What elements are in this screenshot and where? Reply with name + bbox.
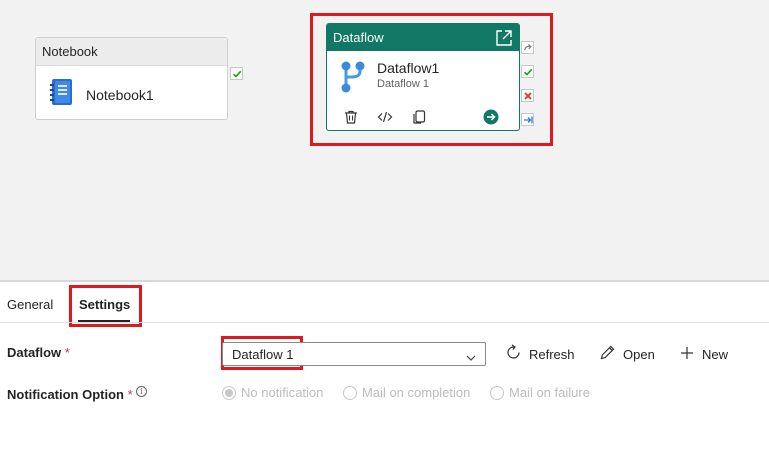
- dataflow-select[interactable]: Dataflow 1: [222, 342, 486, 366]
- radio-label: No notification: [241, 385, 324, 400]
- radio-mail-on-failure[interactable]: Mail on failure: [490, 385, 590, 400]
- radio-button[interactable]: [343, 385, 357, 400]
- notebook-activity-header: Notebook: [36, 38, 227, 66]
- radio-selected-dot: [225, 388, 233, 397]
- radio-button[interactable]: [490, 385, 504, 400]
- notebook-activity-name: Notebook1: [86, 86, 154, 103]
- required-mark: *: [64, 345, 70, 360]
- notification-label-text: Notification Option: [7, 387, 124, 402]
- plus-icon: [679, 345, 702, 364]
- refresh-label: Refresh: [529, 346, 575, 362]
- radio-no-notification[interactable]: No notification: [222, 385, 323, 400]
- pencil-icon: [599, 344, 623, 364]
- dataflow-field-label: Dataflow *: [7, 345, 70, 360]
- tabs-divider: [0, 322, 769, 323]
- chevron-down-icon: [466, 350, 476, 361]
- open-label: Open: [623, 346, 655, 362]
- radio-label: Mail on completion: [362, 385, 471, 400]
- refresh-icon: [505, 344, 529, 364]
- success-check-icon[interactable]: [230, 67, 243, 80]
- radio-button[interactable]: [222, 385, 236, 400]
- refresh-button[interactable]: Refresh: [505, 343, 575, 365]
- radio-label: Mail on failure: [509, 385, 590, 400]
- highlight-dataflow-activity: [310, 13, 553, 146]
- open-button[interactable]: Open: [599, 343, 655, 365]
- tab-settings[interactable]: Settings: [79, 297, 130, 312]
- dataflow-label-text: Dataflow: [7, 345, 62, 360]
- notebook-activity-card[interactable]: Notebook Notebook1: [35, 37, 228, 120]
- notebook-icon: [50, 78, 74, 111]
- tab-general[interactable]: General: [7, 297, 53, 312]
- info-icon[interactable]: i: [136, 386, 147, 397]
- required-mark: *: [127, 387, 133, 402]
- new-button[interactable]: New: [679, 343, 728, 365]
- radio-mail-on-completion[interactable]: Mail on completion: [343, 385, 470, 400]
- panel-divider[interactable]: [0, 280, 769, 282]
- notification-field-label: Notification Option *: [7, 387, 133, 402]
- new-label: New: [702, 346, 729, 362]
- dataflow-select-value: Dataflow 1: [232, 347, 294, 362]
